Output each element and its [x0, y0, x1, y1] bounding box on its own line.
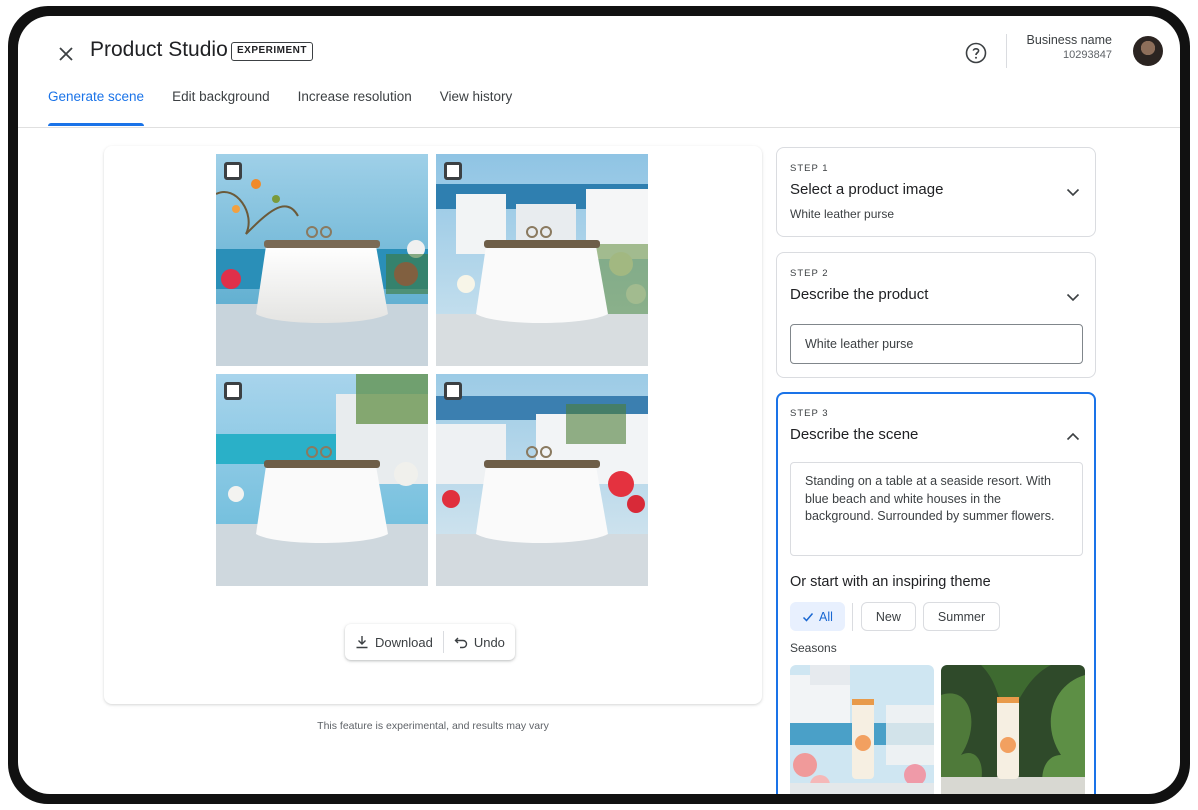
purse-scene-image — [436, 154, 648, 366]
select-image-checkbox[interactable] — [444, 162, 462, 180]
help-icon[interactable] — [964, 41, 988, 65]
chip-divider — [851, 602, 853, 631]
purse-scene-image — [216, 154, 428, 366]
theme-heading: Or start with an inspiring theme — [790, 574, 991, 590]
download-button[interactable]: Download — [345, 624, 443, 660]
app-header: Product Studio EXPERIMENT Business name … — [18, 16, 1180, 128]
scene-description-input[interactable]: Standing on a table at a seaside resort.… — [790, 462, 1083, 556]
experimental-footnote: This feature is experimental, and result… — [317, 720, 549, 732]
image-grid — [216, 154, 648, 586]
generated-image[interactable] — [436, 154, 648, 366]
generated-image[interactable] — [216, 374, 428, 586]
chip-label: Summer — [937, 609, 986, 624]
chip-label: New — [875, 609, 901, 624]
select-image-checkbox[interactable] — [444, 382, 462, 400]
theme-filter-chips: All New Summer — [790, 602, 1007, 631]
step-label: STEP 3 — [790, 408, 829, 419]
step-describe-product[interactable]: STEP 2 Describe the product — [776, 252, 1096, 378]
undo-button[interactable]: Undo — [444, 624, 515, 660]
experiment-badge: EXPERIMENT — [231, 42, 314, 61]
tab-generate-scene[interactable]: Generate scene — [48, 82, 158, 128]
chip-summer[interactable]: Summer — [922, 602, 1001, 631]
undo-label: Undo — [473, 634, 505, 650]
chip-all[interactable]: All — [790, 602, 845, 631]
avatar[interactable] — [1133, 36, 1163, 66]
business-name: Business name — [1026, 33, 1112, 47]
selected-product-value: White leather purse — [790, 207, 895, 221]
select-image-checkbox[interactable] — [224, 162, 242, 180]
check-icon — [802, 612, 814, 622]
tab-edit-background[interactable]: Edit background — [158, 82, 284, 128]
image-actions: Download Undo — [345, 624, 515, 660]
step-title: Select a product image — [790, 181, 944, 198]
close-icon[interactable] — [54, 42, 78, 66]
chevron-up-icon[interactable] — [1065, 429, 1081, 445]
step-describe-scene: STEP 3 Describe the scene Standing on a … — [776, 392, 1096, 794]
theme-image — [790, 665, 934, 794]
step-label: STEP 1 — [790, 163, 829, 174]
purse-scene-image — [216, 374, 428, 586]
tab-bar: Generate scene Edit background Increase … — [48, 82, 526, 128]
theme-thumbnail[interactable] — [941, 665, 1085, 794]
step-title: Describe the product — [790, 286, 929, 303]
chevron-down-icon[interactable] — [1065, 289, 1081, 305]
purse-scene-image — [436, 374, 648, 586]
chevron-down-icon[interactable] — [1065, 184, 1081, 200]
app-screen: Product Studio EXPERIMENT Business name … — [18, 16, 1180, 794]
chip-new[interactable]: New — [860, 602, 916, 631]
tab-view-history[interactable]: View history — [426, 82, 527, 128]
business-id: 10293847 — [1063, 49, 1112, 61]
download-label: Download — [375, 634, 433, 650]
step-title: Describe the scene — [790, 426, 919, 443]
theme-thumbnail[interactable] — [790, 665, 934, 794]
results-canvas: Download Undo — [104, 146, 762, 704]
tab-increase-resolution[interactable]: Increase resolution — [284, 82, 426, 128]
undo-icon — [454, 637, 468, 649]
app-title: Product Studio — [90, 38, 228, 61]
theme-image — [941, 665, 1085, 794]
seasons-section-label: Seasons — [790, 641, 837, 655]
step-select-product-image[interactable]: STEP 1 Select a product image White leat… — [776, 147, 1096, 237]
generated-image[interactable] — [436, 374, 648, 586]
device-frame: Product Studio EXPERIMENT Business name … — [8, 6, 1190, 804]
select-image-checkbox[interactable] — [224, 382, 242, 400]
download-icon — [356, 636, 368, 649]
generated-image[interactable] — [216, 154, 428, 366]
chip-label: All — [819, 609, 833, 624]
step-label: STEP 2 — [790, 268, 829, 279]
header-divider — [1006, 34, 1007, 68]
product-description-input[interactable] — [790, 324, 1083, 364]
